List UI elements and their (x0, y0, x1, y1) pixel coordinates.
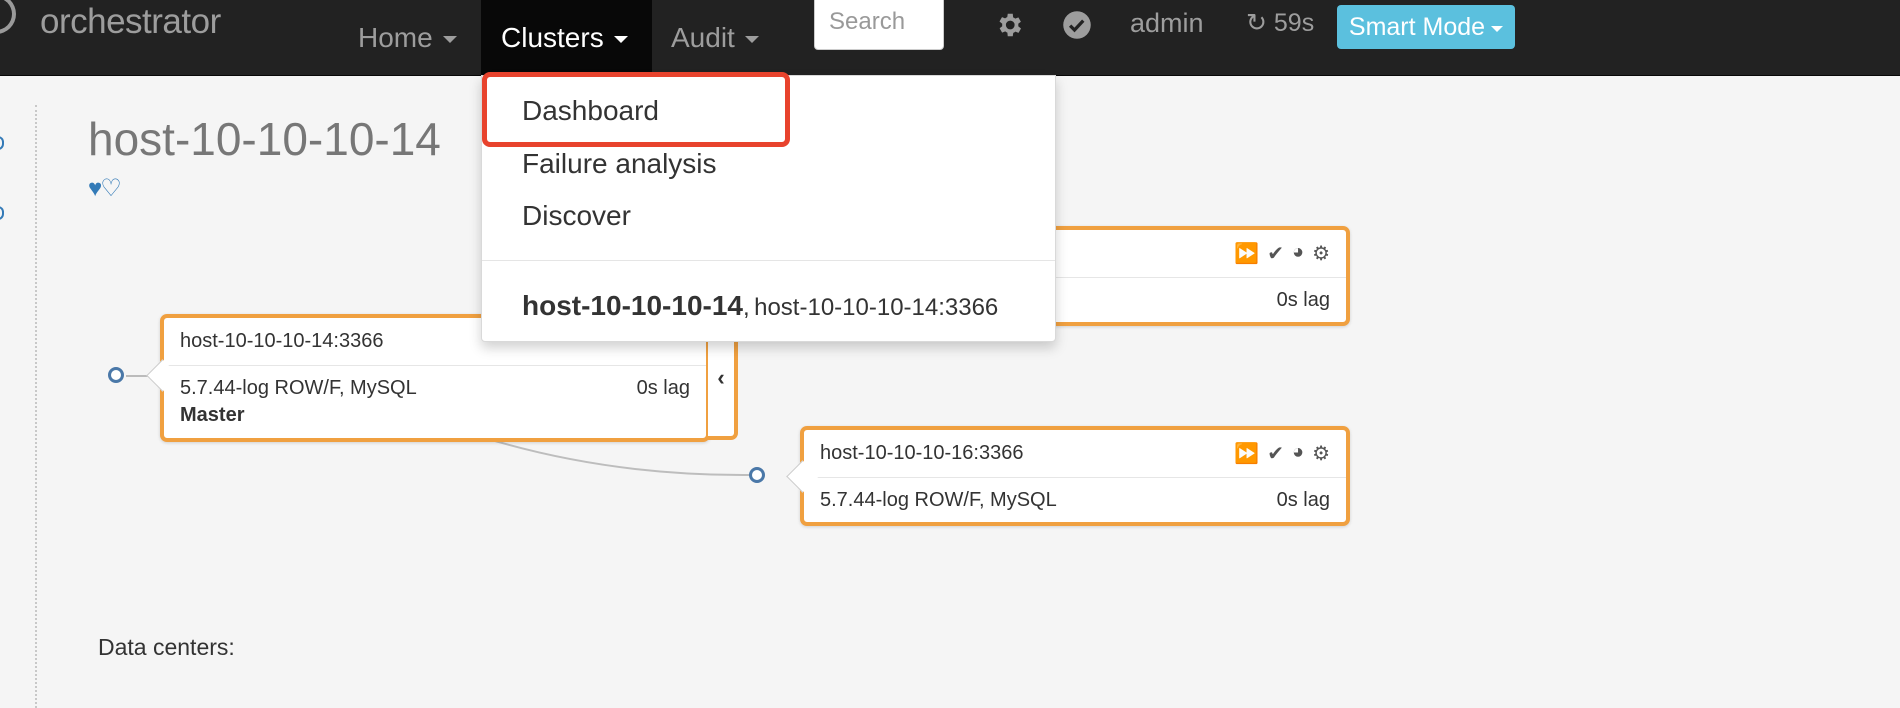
refresh-countdown-value: 59s (1273, 9, 1315, 37)
replication-endpoint[interactable] (749, 467, 765, 483)
favorite-toggle[interactable]: ♥♡ (88, 174, 122, 203)
nav-clusters-label: Clusters (501, 21, 604, 53)
menu-item-discover[interactable]: Discover (522, 200, 631, 232)
replication-endpoint[interactable] (108, 367, 124, 383)
instance-version: 5.7.44-log ROW/F, MySQL (180, 377, 417, 399)
instance-body: 5.7.44-log ROW/F, MySQL 0s lag Master (164, 366, 706, 436)
instance-lag: 0s lag (636, 377, 690, 399)
check-icon[interactable]: ✔ (1267, 241, 1284, 266)
instance-host[interactable]: host-10-10-10-16:3366 (820, 442, 1234, 465)
page-title: host-10-10-10-14 (88, 113, 441, 165)
edge-fragment-icon (0, 136, 4, 150)
chevron-left-icon: ‹ (717, 365, 725, 390)
top-navbar: orchestrator Home Clusters Audit admin ↻… (0, 0, 1900, 76)
menu-item-cluster[interactable]: host-10-10-10-14, host-10-10-10-14:3366 (522, 290, 998, 322)
menu-divider (482, 260, 1055, 261)
nav-audit-menu[interactable]: Audit (651, 0, 779, 75)
sidebar-divider (35, 105, 37, 708)
cog-icon[interactable]: ⚙ (1312, 241, 1330, 266)
fast-forward-icon[interactable]: ⏩ (1234, 241, 1259, 266)
instance-actions: ⏩ ✔ ◕ ⚙ (1234, 441, 1330, 466)
check-circle-icon[interactable] (1062, 10, 1092, 47)
settings-gear-icon[interactable] (994, 10, 1024, 47)
cluster-name: host-10-10-10-14:3366 (754, 294, 999, 321)
instance-body: 5.7.44-log ROW/F, MySQL 0s lag (804, 478, 1346, 522)
instance-role: Master (180, 404, 245, 426)
refresh-countdown[interactable]: ↻ 59s (1246, 8, 1314, 38)
instance-actions: ⏩ ✔ ◕ ⚙ (1234, 241, 1330, 266)
caret-down-icon (613, 36, 628, 43)
smart-mode-label: Smart Mode (1348, 12, 1486, 41)
globe-icon[interactable]: ◕ (1292, 241, 1304, 266)
caret-down-icon (442, 36, 457, 43)
instance-version: 5.7.44-log ROW/F, MySQL (820, 489, 1057, 511)
smart-mode-button[interactable]: Smart Mode (1337, 5, 1515, 49)
orchestrator-logo-icon (0, 0, 16, 34)
refresh-icon: ↻ (1246, 9, 1267, 37)
instance-lag: 0s lag (1276, 289, 1330, 311)
cluster-separator: , (742, 294, 750, 321)
user-menu[interactable]: admin (1130, 8, 1204, 39)
nav-clusters-menu[interactable]: Clusters (481, 0, 652, 75)
highlight-annotation-box (482, 72, 790, 147)
globe-icon[interactable]: ◕ (1292, 441, 1304, 466)
fast-forward-icon[interactable]: ⏩ (1234, 441, 1259, 466)
cluster-alias: host-10-10-10-14 (522, 290, 743, 321)
instance-header[interactable]: host-10-10-10-16:3366 ⏩ ✔ ◕ ⚙ (804, 430, 1346, 478)
cog-icon[interactable]: ⚙ (1312, 441, 1330, 466)
caret-down-icon (1491, 26, 1504, 32)
instance-box-replica[interactable]: host-10-10-10-16:3366 ⏩ ✔ ◕ ⚙ 5.7.44-log… (800, 426, 1350, 526)
brand-name[interactable]: orchestrator (40, 2, 221, 42)
data-centers-label: Data centers: (98, 634, 235, 660)
caret-down-icon (744, 36, 759, 43)
instance-lag: 0s lag (1276, 489, 1330, 511)
search-input[interactable] (814, 0, 944, 50)
nav-home-label: Home (358, 21, 433, 53)
check-icon[interactable]: ✔ (1267, 441, 1284, 466)
edge-fragment-icon (0, 206, 4, 220)
nav-audit-label: Audit (671, 21, 735, 53)
menu-item-failure-analysis[interactable]: Failure analysis (522, 148, 717, 180)
heart-outline-icon[interactable]: ♡ (100, 175, 121, 202)
heart-icon[interactable]: ♥ (88, 175, 102, 202)
nav-home-menu[interactable]: Home (338, 0, 477, 75)
